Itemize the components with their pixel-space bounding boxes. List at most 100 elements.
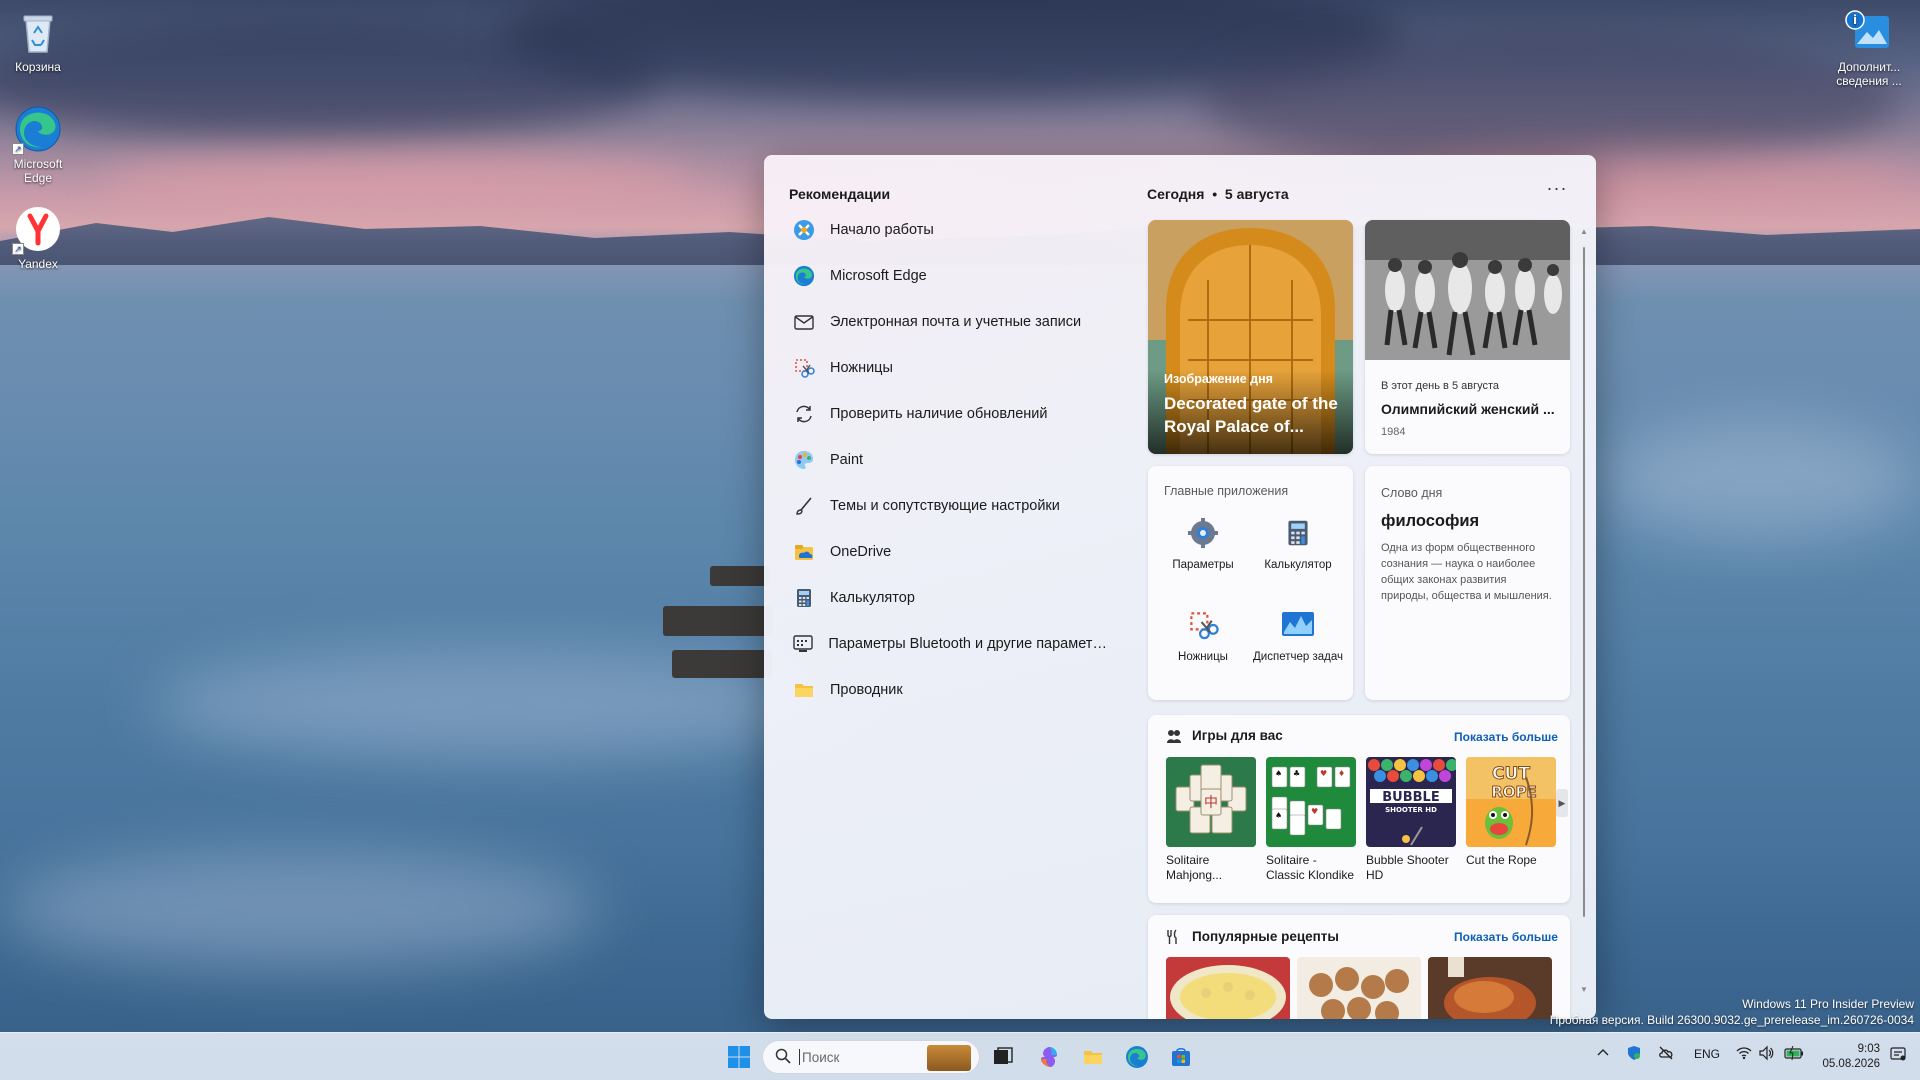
widgets-panel: Рекомендации Начало работы Microsoft Edg… xyxy=(764,155,1596,1019)
desktop-icon-label: Дополнит... сведения ... xyxy=(1836,60,1902,88)
wifi-icon xyxy=(1736,1047,1752,1060)
background-cloud xyxy=(1200,30,1900,170)
tray-volume-button[interactable] xyxy=(1758,1045,1774,1064)
language-indicator[interactable]: ENG xyxy=(1694,1047,1720,1061)
rec-item-bluetooth-settings[interactable]: Параметры Bluetooth и другие параметры у… xyxy=(792,621,1112,667)
game-solitaire-klondike[interactable]: ♠ ♣ ♠ ♥ ♦ ♥ Solitaire - Classic Klondike xyxy=(1266,757,1356,883)
edge-icon xyxy=(792,264,816,288)
scrollbar-thumb[interactable] xyxy=(1583,247,1585,917)
bluetooth-devices-icon xyxy=(792,632,814,656)
top-app-snipping-tool[interactable]: Ножницы xyxy=(1158,608,1248,665)
tray-battery-button[interactable] xyxy=(1784,1045,1804,1064)
rec-item-themes[interactable]: Темы и сопутствующие настройки xyxy=(792,483,1112,529)
scroll-down-arrow-icon[interactable]: ▼ xyxy=(1579,985,1589,995)
sync-icon xyxy=(792,402,816,426)
rec-item-paint[interactable]: Paint xyxy=(792,437,1112,483)
snipping-tool-icon xyxy=(1186,608,1220,642)
games-card: Игры для вас Показать больше 中 Solitaire… xyxy=(1148,715,1570,903)
olympic-runners-image xyxy=(1365,220,1570,360)
task-manager-icon xyxy=(1281,608,1315,642)
file-explorer-button[interactable] xyxy=(1076,1041,1110,1073)
widgets-scrollbar[interactable]: ▲ ▼ xyxy=(1579,227,1589,997)
scroll-up-arrow-icon[interactable]: ▲ xyxy=(1579,227,1589,237)
settings-gear-icon xyxy=(1186,516,1220,550)
chevron-up-icon xyxy=(1597,1049,1609,1056)
clock-button[interactable]: 9:03 05.08.2026 xyxy=(1816,1042,1880,1072)
recycle-bin-icon xyxy=(14,8,62,56)
top-app-task-manager[interactable]: Диспетчер задач xyxy=(1253,608,1343,665)
desktop-icon-recycle-bin[interactable]: Корзина xyxy=(0,8,76,74)
rec-item-mail-accounts[interactable]: Электронная почта и учетные записи xyxy=(792,299,1112,345)
shield-icon xyxy=(1628,1046,1640,1060)
folder-icon xyxy=(792,678,816,702)
rec-item-file-explorer[interactable]: Проводник xyxy=(792,667,1112,713)
recipes-title: Популярные рецепты xyxy=(1192,929,1339,944)
rec-item-edge[interactable]: Microsoft Edge xyxy=(792,253,1112,299)
svg-text:CUT: CUT xyxy=(1492,764,1530,784)
tray-wifi-button[interactable] xyxy=(1736,1045,1752,1064)
mahjong-thumbnail: 中 xyxy=(1166,757,1256,847)
games-scroll-right-button[interactable]: ▶ xyxy=(1556,789,1568,817)
game-bubble-shooter[interactable]: BUBBLE SHOOTER HD Bubble Shooter HD xyxy=(1366,757,1456,883)
background-mist xyxy=(1600,420,1920,540)
edge-icon xyxy=(1126,1046,1148,1068)
rec-item-calculator[interactable]: Калькулятор xyxy=(792,575,1112,621)
desktop-icon-edge[interactable]: ↗ Microsoft Edge xyxy=(0,105,76,185)
taskbar-search-box[interactable]: Поиск xyxy=(762,1040,980,1074)
rec-item-get-started[interactable]: Начало работы xyxy=(792,207,1112,253)
game-solitaire-mahjong[interactable]: 中 Solitaire Mahjong... xyxy=(1166,757,1256,883)
rec-item-snipping-tool[interactable]: Ножницы xyxy=(792,345,1112,391)
mail-icon xyxy=(792,310,816,334)
game-cut-the-rope[interactable]: CUT ROPE Cut the Rope xyxy=(1466,757,1556,868)
this-day-title: Олимпийский женский ... xyxy=(1381,401,1555,417)
cloud-offline-icon xyxy=(1659,1046,1673,1060)
copilot-button[interactable] xyxy=(1032,1041,1066,1073)
games-title: Игры для вас xyxy=(1192,728,1283,743)
taskbar: Поиск ENG 9:03 05.08.2026 xyxy=(0,1032,1920,1080)
svg-text:♦: ♦ xyxy=(1338,769,1345,778)
recommendations-title: Рекомендации xyxy=(789,186,891,202)
this-day-card[interactable]: В этот день в 5 августа Олимпийский женс… xyxy=(1365,220,1570,454)
svg-text:♥: ♥ xyxy=(1311,807,1318,816)
background-pier xyxy=(663,606,773,636)
clock-time: 9:03 xyxy=(1857,1043,1880,1055)
top-apps-card: Главные приложения Параметры Калькулятор… xyxy=(1148,466,1353,700)
search-highlight-image xyxy=(927,1045,971,1071)
this-day-tag: В этот день в 5 августа xyxy=(1381,380,1500,392)
notification-bell-icon xyxy=(1890,1047,1906,1061)
games-show-more-link[interactable]: Показать больше xyxy=(1454,730,1558,744)
top-app-calculator[interactable]: Калькулятор xyxy=(1253,516,1343,573)
info-image-icon: i xyxy=(1845,8,1893,56)
get-started-icon xyxy=(792,218,816,242)
search-icon xyxy=(775,1048,791,1067)
start-button[interactable] xyxy=(722,1041,756,1073)
recipe-thumbnail-salad[interactable] xyxy=(1166,957,1290,1019)
onedrive-icon xyxy=(792,540,816,564)
word-of-day-title: Слово дня xyxy=(1381,486,1443,500)
notifications-button[interactable] xyxy=(1890,1046,1906,1065)
word-of-day-card[interactable]: Слово дня философия Одна из форм обществ… xyxy=(1365,466,1570,700)
rec-item-check-updates[interactable]: Проверить наличие обновлений xyxy=(792,391,1112,437)
more-options-button[interactable]: ··· xyxy=(1542,179,1572,203)
store-icon xyxy=(1172,1047,1190,1066)
paint-icon xyxy=(792,448,816,472)
top-app-settings[interactable]: Параметры xyxy=(1158,516,1248,573)
show-hidden-icons-button[interactable] xyxy=(1596,1045,1610,1062)
shortcut-arrow-icon: ↗ xyxy=(12,243,24,255)
text-caret xyxy=(799,1049,800,1065)
recipe-thumbnail-chicken[interactable] xyxy=(1428,957,1552,1019)
edge-taskbar-button[interactable] xyxy=(1120,1041,1154,1073)
image-of-day-card[interactable]: Изображение дня Decorated gate of the Ro… xyxy=(1148,220,1353,454)
task-view-button[interactable] xyxy=(986,1041,1020,1073)
desktop-icon-yandex[interactable]: ↗ Yandex xyxy=(0,205,76,271)
svg-text:SHOOTER HD: SHOOTER HD xyxy=(1385,806,1437,814)
tray-defender-button[interactable] xyxy=(1626,1045,1642,1064)
svg-text:♠: ♠ xyxy=(1275,769,1282,778)
tray-network-status-button[interactable] xyxy=(1658,1045,1674,1064)
image-of-day-tag: Изображение дня xyxy=(1164,372,1273,386)
desktop-icon-additional-info[interactable]: i Дополнит... сведения ... xyxy=(1826,8,1912,88)
recipes-show-more-link[interactable]: Показать больше xyxy=(1454,930,1558,944)
store-button[interactable] xyxy=(1164,1041,1198,1073)
recipe-thumbnail-meatballs[interactable] xyxy=(1297,957,1421,1019)
rec-item-onedrive[interactable]: OneDrive xyxy=(792,529,1112,575)
